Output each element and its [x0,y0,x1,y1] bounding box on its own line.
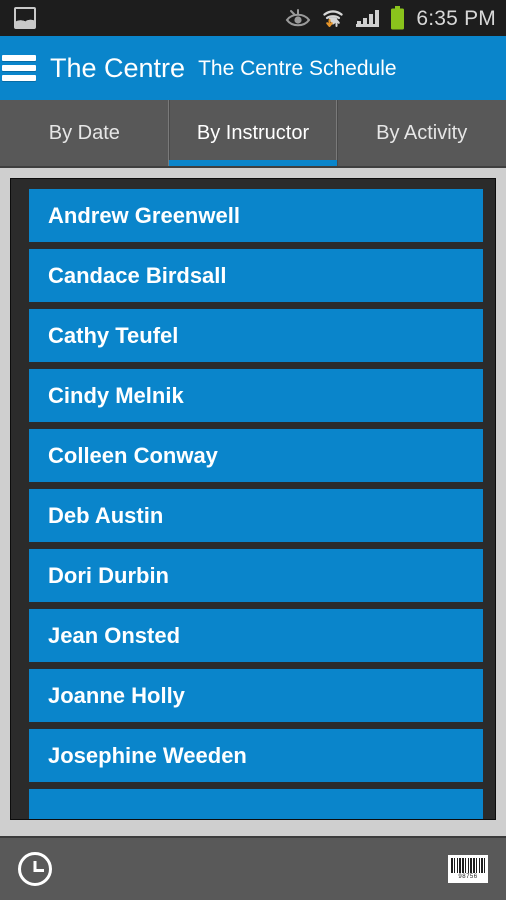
battery-icon [391,6,405,30]
status-bar: 6:35 PM [0,0,506,36]
hamburger-bar-2 [2,65,36,71]
tab-by-instructor[interactable]: By Instructor [168,100,338,166]
instructor-name: Dori Durbin [48,562,169,588]
hamburger-bar-3 [2,75,36,81]
instructor-name: Cindy Melnik [48,382,184,408]
list-item[interactable]: Josephine Weeden [29,729,483,782]
app-bar: The Centre The Centre Schedule [0,36,506,100]
eye-icon [286,9,311,27]
list-item[interactable]: Andrew Greenwell [29,189,483,242]
list-item[interactable]: Dori Durbin [29,549,483,602]
instructor-name: Colleen Conway [48,442,218,468]
barcode-bars [451,858,485,873]
list-item[interactable]: Colleen Conway [29,429,483,482]
instructor-name: Josephine Weeden [48,742,247,768]
status-clock-time: 6:35 PM [416,6,496,30]
tab-by-activity[interactable]: By Activity [337,100,506,166]
list-item[interactable]: Deb Austin [29,489,483,542]
app-screen: 6:35 PM The Centre The Centre Schedule B… [0,0,506,900]
instructor-name: Cathy Teufel [48,322,179,348]
tab-by-date[interactable]: By Date [0,100,169,166]
tab-by-instructor-label: By Instructor [196,122,310,144]
status-notifications [14,7,36,29]
signal-bars-icon [356,10,380,27]
tab-bar: By Date By Instructor By Activity [0,100,506,168]
barcode-icon[interactable]: 98756 [448,855,488,883]
list-item[interactable]: Candace Birdsall [29,249,483,302]
list-item[interactable]: Cathy Teufel [29,309,483,362]
tab-by-activity-label: By Activity [376,122,468,144]
instructor-name: Andrew Greenwell [48,202,240,228]
instructor-name: Deb Austin [48,502,164,528]
wifi-icon [323,10,344,27]
barcode-digits: 98756 [458,874,478,880]
content-area: Andrew Greenwell Candace Birdsall Cathy … [0,168,506,836]
list-item-partial[interactable] [29,789,483,819]
tab-by-date-label: By Date [48,122,120,144]
app-title: The Centre [50,52,186,83]
list-item[interactable]: Jean Onsted [29,609,483,662]
instructor-name: Joanne Holly [48,682,185,708]
hamburger-menu-icon[interactable] [2,55,36,81]
instructor-list[interactable]: Andrew Greenwell Candace Birdsall Cathy … [10,178,496,820]
app-subtitle: The Centre Schedule [198,56,397,80]
status-system-icons: 6:35 PM [285,6,496,30]
list-item[interactable]: Cindy Melnik [29,369,483,422]
instructor-name: Candace Birdsall [48,262,227,288]
bottom-bar: 98756 [0,836,506,900]
gallery-image-icon [14,7,36,29]
hamburger-bar-1 [2,55,36,61]
instructor-name: Jean Onsted [48,622,181,648]
list-item[interactable]: Joanne Holly [29,669,483,722]
clock-icon[interactable] [18,852,52,886]
